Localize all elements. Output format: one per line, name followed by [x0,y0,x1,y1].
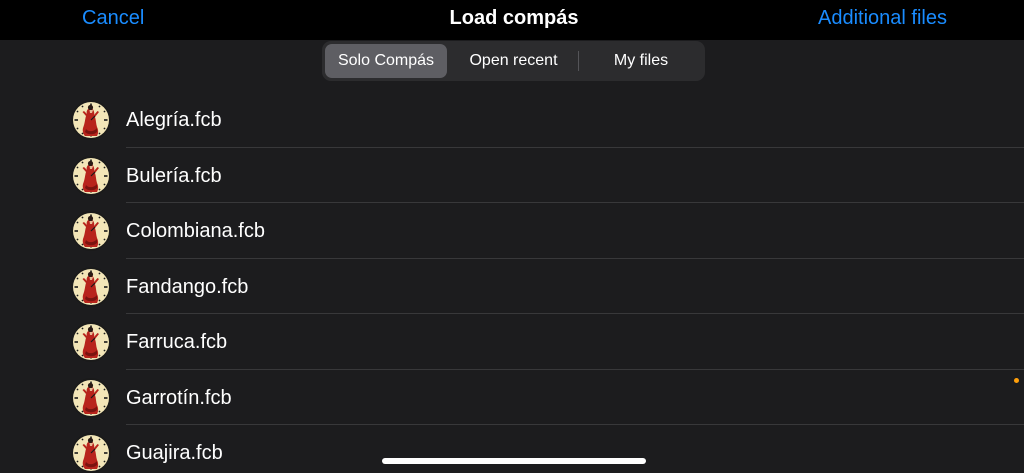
flamenco-dancer-clock-icon [70,210,112,252]
list-item[interactable]: Guajira.fcb [0,425,1024,473]
flamenco-dancer-clock-icon [70,377,112,419]
flamenco-dancer-clock-icon [70,321,112,363]
segment-divider [578,51,579,71]
list-item[interactable]: Fandango.fcb [0,259,1024,314]
list-item[interactable]: Garrotín.fcb [0,370,1024,425]
segment-my-files[interactable]: My files [580,44,702,78]
list-item[interactable]: Alegría.fcb [0,92,1024,148]
source-segmented-control: Solo Compás Open recent My files [322,41,705,81]
file-name: Alegría.fcb [126,109,222,131]
segment-solo-compas[interactable]: Solo Compás [325,44,447,78]
list-item[interactable]: Bulería.fcb [0,148,1024,203]
load-compas-screen: Cancel Load compás Additional files Solo… [0,0,1024,473]
file-name: Fandango.fcb [126,275,249,298]
list-item[interactable]: Colombiana.fcb [0,203,1024,259]
file-list: Alegría.fcb Bulería.fcb Colombiana.fcb F… [0,92,1024,473]
flamenco-dancer-clock-icon [70,155,112,197]
file-name: Guajira.fcb [126,442,223,464]
home-indicator[interactable] [382,458,646,464]
flamenco-dancer-clock-icon [70,266,112,308]
navigation-bar: Cancel Load compás Additional files [0,0,1024,40]
segment-open-recent[interactable]: Open recent [450,44,577,78]
file-name: Farruca.fcb [126,331,228,353]
additional-files-button[interactable]: Additional files [818,7,947,30]
file-name: Colombiana.fcb [126,220,265,242]
list-item[interactable]: Farruca.fcb [0,314,1024,370]
flamenco-dancer-clock-icon [70,99,112,141]
file-name: Bulería.fcb [126,164,222,187]
flamenco-dancer-clock-icon [70,432,112,473]
file-name: Garrotín.fcb [126,386,232,409]
privacy-indicator-dot [1014,378,1019,383]
